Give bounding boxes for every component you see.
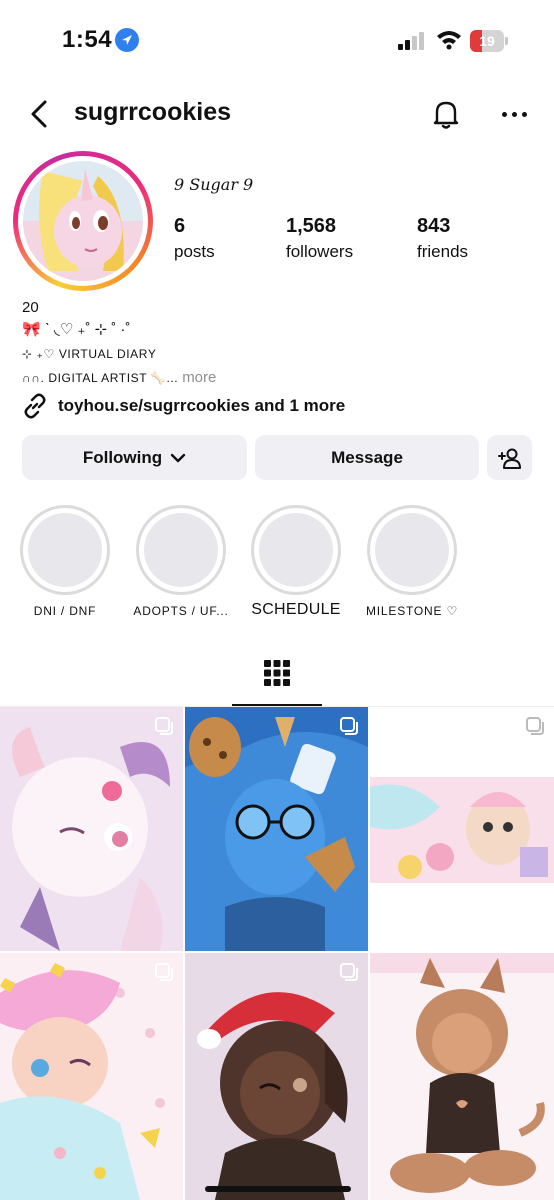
post-thumbnail-5[interactable]: [185, 953, 368, 1200]
following-button[interactable]: Following: [22, 435, 247, 480]
stat-label: friends: [417, 242, 469, 261]
tab-posts-grid[interactable]: [232, 656, 322, 706]
post-thumbnail-6[interactable]: [370, 953, 554, 1200]
stat-friends[interactable]: 843 friends: [417, 215, 468, 262]
profile-link[interactable]: toyhou.se/sugrrcookies and 1 more: [22, 393, 345, 419]
stat-label: followers: [286, 242, 354, 261]
stat-count: 1,568: [286, 215, 337, 237]
dot-icon: [511, 111, 517, 117]
following-label: Following: [82, 447, 163, 467]
chevron-down-icon: [170, 453, 186, 462]
post-artwork: [370, 953, 554, 1200]
bio-more-link[interactable]: more: [182, 369, 216, 386]
back-button[interactable]: [22, 96, 58, 132]
highlight-dni-dnf[interactable]: [20, 505, 110, 595]
multi-post-icon: [155, 963, 173, 981]
more-options-button[interactable]: [496, 96, 532, 132]
multi-post-icon: [340, 963, 358, 981]
location-arrow-icon: [115, 28, 139, 52]
highlight-cover: [375, 513, 449, 587]
add-person-icon: [497, 448, 521, 469]
post-artwork: [0, 707, 183, 951]
status-time: 1:54: [62, 26, 113, 53]
highlight-label: SCHEDULE: [251, 601, 341, 618]
message-button[interactable]: Message: [255, 435, 479, 480]
chevron-left-icon: [31, 100, 47, 128]
bio-virtual-diary: ⊹ ₊♡ VIRTUAL DIARY: [22, 347, 157, 361]
post-artwork: [185, 707, 368, 951]
display-name: 9 Sugar 9: [174, 175, 254, 194]
stat-count: 6: [174, 215, 186, 237]
profile-username: sugrrcookies: [74, 98, 232, 126]
highlight-adopts[interactable]: [136, 505, 226, 595]
stat-followers[interactable]: 1,568 followers: [286, 215, 353, 262]
post-artwork: [370, 707, 554, 951]
highlight-schedule[interactable]: [251, 505, 341, 595]
bio-age: 20: [22, 299, 39, 316]
avatar: [23, 161, 143, 281]
stat-count: 843: [417, 215, 451, 237]
highlight-milestone[interactable]: [367, 505, 457, 595]
stat-label: posts: [174, 242, 215, 261]
suggested-people-button[interactable]: [487, 435, 532, 480]
battery-icon: 19: [470, 30, 508, 52]
post-thumbnail-1[interactable]: [0, 707, 183, 951]
highlight-label: DNI / DNF: [33, 604, 97, 618]
bio-decoration: 🎀 ˋ ◟♡ ₊˚ ⊹ ˚ ·˚: [22, 321, 131, 338]
link-icon: [24, 393, 46, 419]
bio-digital-artist-text: ∩∩. DIGITAL ARTIST 🦴...: [22, 371, 179, 385]
post-thumbnail-2[interactable]: [185, 707, 368, 951]
highlight-cover: [144, 513, 218, 587]
profile-link-text: toyhou.se/sugrrcookies and 1 more: [58, 396, 346, 415]
multi-post-icon: [340, 717, 358, 735]
cellular-signal-icon: [398, 32, 426, 50]
notifications-bell-button[interactable]: [428, 96, 464, 132]
dot-icon: [501, 111, 507, 117]
post-thumbnail-4[interactable]: [0, 953, 183, 1200]
profile-avatar-story-ring[interactable]: [13, 151, 153, 291]
home-indicator[interactable]: [205, 1186, 351, 1192]
multi-post-icon: [155, 717, 173, 735]
multi-post-icon: [526, 717, 544, 735]
wifi-icon: [436, 30, 462, 50]
post-artwork: [185, 953, 368, 1200]
post-artwork: [0, 953, 183, 1200]
grid-icon: [264, 660, 290, 686]
battery-level: 19: [479, 33, 495, 49]
stat-posts[interactable]: 6 posts: [174, 215, 215, 262]
bio-digital-artist: ∩∩. DIGITAL ARTIST 🦴... more: [22, 369, 216, 386]
dot-icon: [521, 111, 527, 117]
highlight-cover: [259, 513, 333, 587]
bell-icon: [433, 101, 459, 129]
message-label: Message: [331, 447, 403, 467]
post-thumbnail-3[interactable]: [370, 707, 554, 951]
highlight-cover: [28, 513, 102, 587]
status-bar: 1:54 19: [0, 0, 554, 80]
highlight-label: ADOPTS / UF...: [133, 604, 229, 618]
highlight-label: MILESTONE ♡: [365, 604, 459, 618]
